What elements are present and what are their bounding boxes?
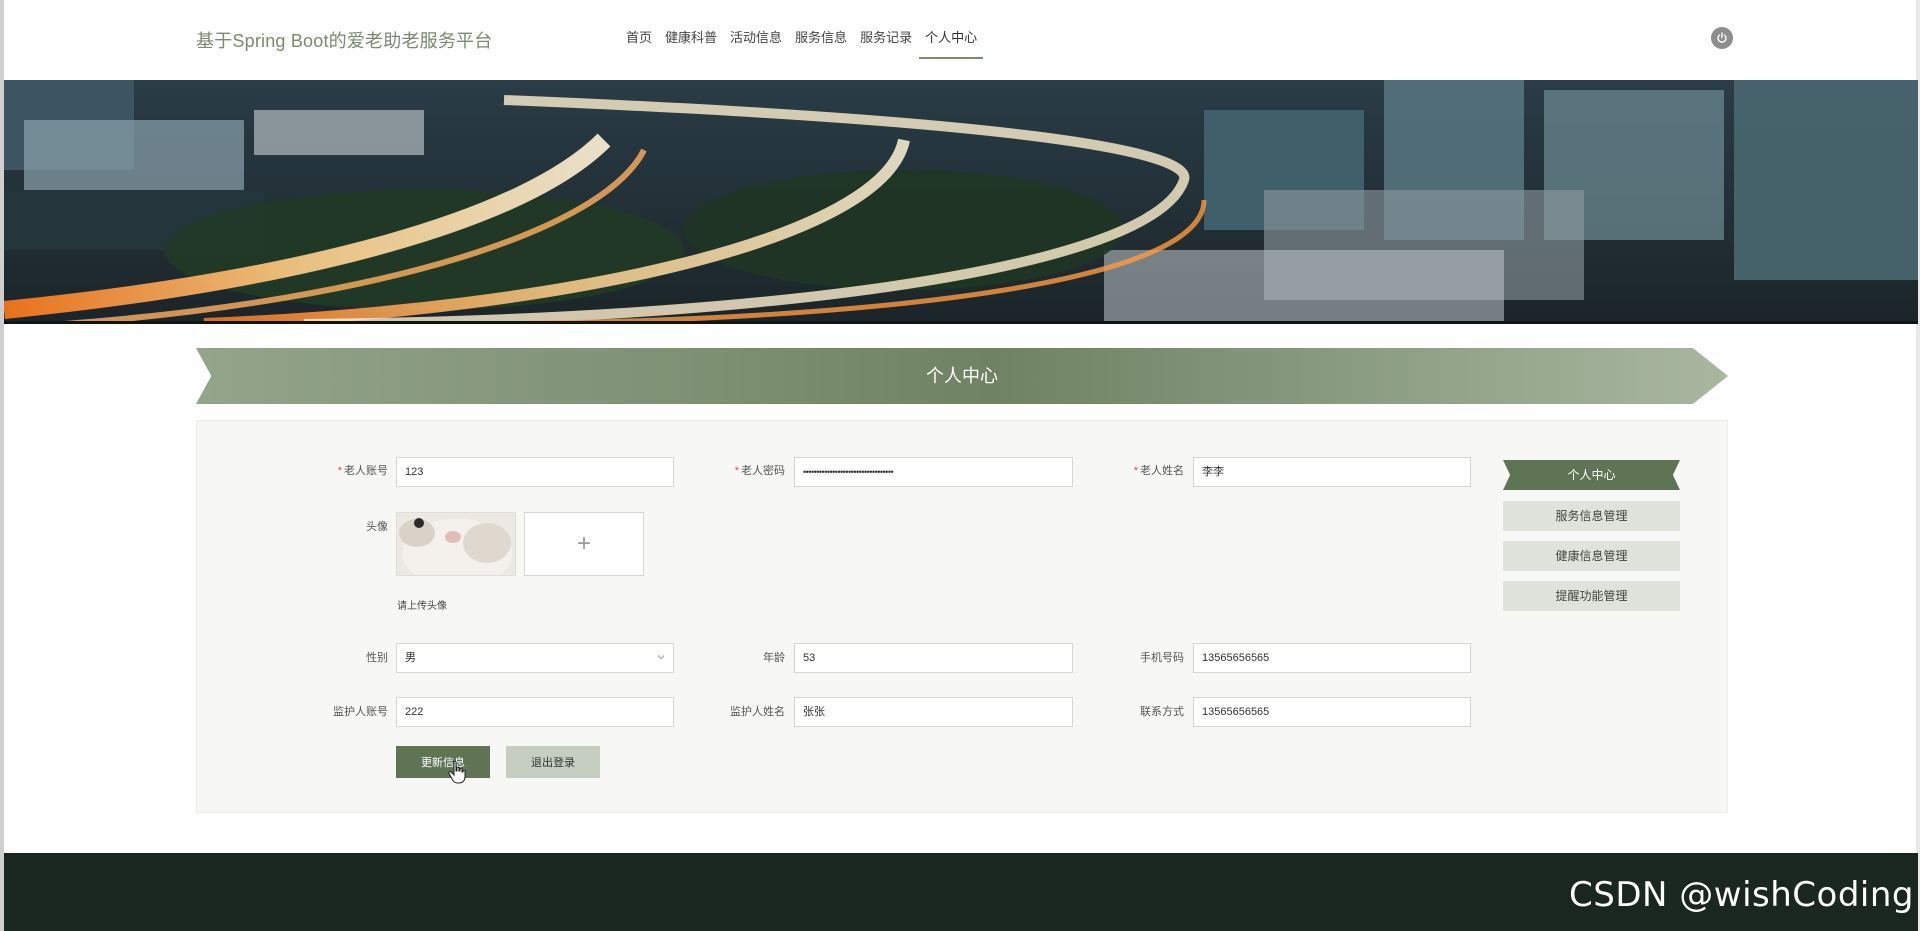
plus-icon: + — [576, 530, 591, 557]
avatar-image — [396, 512, 516, 576]
account-label: * 老人账号 — [278, 462, 388, 478]
section-title: 个人中心 — [926, 366, 998, 386]
logout-button[interactable]: 退出登录 — [506, 746, 600, 778]
csdn-watermark: CSDN @wishCoding — [1569, 875, 1914, 915]
hero-banner-image — [4, 80, 1918, 324]
power-icon[interactable] — [1711, 27, 1733, 49]
nav-health-science[interactable]: 健康科普 — [665, 0, 717, 80]
nav-service-records[interactable]: 服务记录 — [860, 0, 912, 80]
gender-value: 男 — [405, 652, 416, 664]
power-glyph — [1717, 32, 1727, 43]
age-input[interactable]: 53 — [794, 643, 1073, 673]
upload-tip: 请上传头像 — [397, 601, 447, 612]
site-brand[interactable]: 基于Spring Boot的爱老助老服务平台 — [196, 27, 492, 53]
password-input[interactable]: •••••••••••••••••••••••••••••••••• — [794, 457, 1073, 487]
name-label: * 老人姓名 — [1074, 462, 1184, 478]
password-label-text: 老人密码 — [741, 465, 785, 477]
nav-services[interactable]: 服务信息 — [795, 0, 847, 80]
account-label-text: 老人账号 — [344, 465, 388, 477]
phone-label: 手机号码 — [1140, 652, 1184, 664]
password-label: * 老人密码 — [675, 462, 785, 478]
required-marker: * — [1133, 465, 1138, 477]
required-marker: * — [337, 465, 342, 477]
phone-input[interactable]: 13565656565 — [1193, 643, 1471, 673]
guardian-account-label: 监护人账号 — [333, 706, 388, 718]
upload-avatar-button[interactable]: + — [524, 512, 644, 576]
side-menu-service-info[interactable]: 服务信息管理 — [1503, 501, 1680, 531]
gender-label: 性别 — [366, 652, 388, 664]
side-menu-personal-center[interactable]: 个人中心 — [1503, 460, 1680, 490]
contact-label: 联系方式 — [1140, 706, 1184, 718]
name-input[interactable]: 李李 — [1193, 457, 1471, 487]
section-title-ribbon: 个人中心 — [196, 348, 1728, 404]
hand-cursor-icon — [448, 760, 466, 784]
nav-activities[interactable]: 活动信息 — [730, 0, 782, 80]
nav-personal-center[interactable]: 个人中心 — [919, 0, 984, 80]
age-label: 年龄 — [763, 652, 785, 664]
update-info-button[interactable]: 更新信息 — [396, 746, 490, 778]
guardian-account-input[interactable]: 222 — [396, 697, 674, 727]
account-input[interactable]: 123 — [396, 457, 674, 487]
required-marker: * — [734, 465, 739, 477]
gender-select[interactable]: 男 — [396, 643, 674, 673]
top-header: 基于Spring Boot的爱老助老服务平台 首页 健康科普 活动信息 服务信息… — [4, 0, 1916, 80]
contact-input[interactable]: 13565656565 — [1193, 697, 1471, 727]
avatar-label: 头像 — [366, 521, 388, 533]
name-label-text: 老人姓名 — [1140, 465, 1184, 477]
guardian-name-label: 监护人姓名 — [730, 706, 785, 718]
side-menu-health-info[interactable]: 健康信息管理 — [1503, 541, 1680, 571]
side-menu-reminder[interactable]: 提醒功能管理 — [1503, 581, 1680, 611]
nav-home[interactable]: 首页 — [626, 0, 652, 80]
main-nav: 首页 健康科普 活动信息 服务信息 服务记录 个人中心 — [626, 0, 990, 80]
chevron-down-icon — [657, 655, 665, 660]
guardian-name-input[interactable]: 张张 — [794, 697, 1073, 727]
